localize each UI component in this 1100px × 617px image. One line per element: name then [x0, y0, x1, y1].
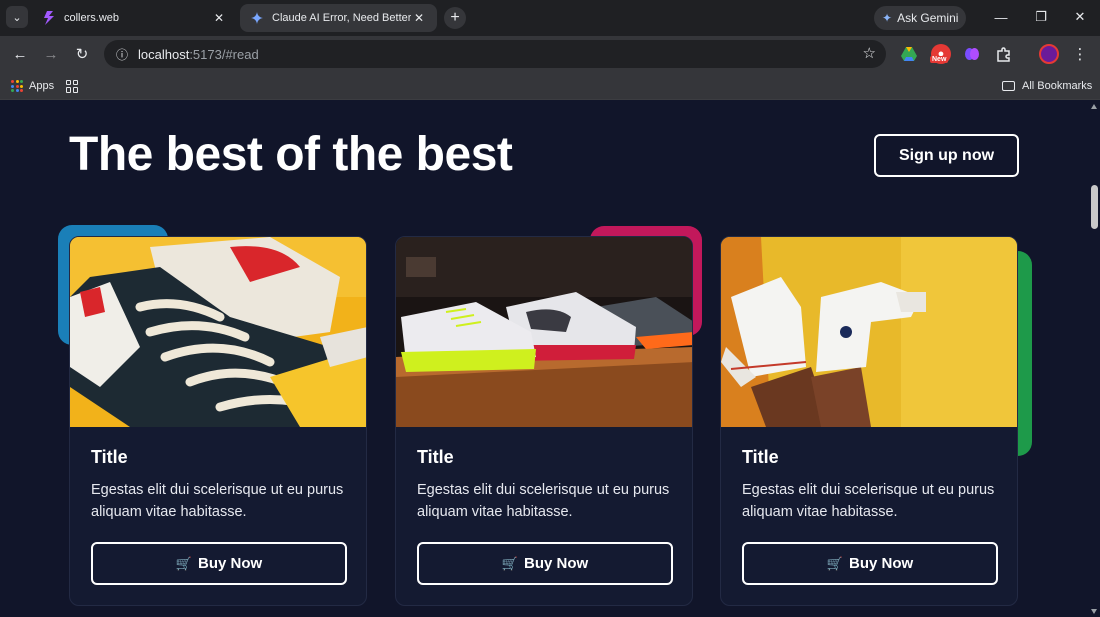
profile-avatar[interactable]: [1039, 44, 1059, 64]
ask-gemini-button[interactable]: ✦ Ask Gemini: [874, 6, 966, 30]
bookmark-apps-label: Apps: [29, 80, 55, 92]
page-viewport: The best of the best Sign up now Title E…: [0, 101, 1088, 617]
hero-title: The best of the best: [69, 128, 513, 181]
tab-title: Claude AI Error, Need Better Co: [272, 12, 411, 24]
buy-now-label: Buy Now: [524, 555, 589, 572]
bookmark-apps[interactable]: Apps: [11, 78, 54, 94]
folder-icon: [1002, 81, 1015, 91]
card-title: Title: [417, 447, 454, 467]
all-bookmarks-label: All Bookmarks: [1022, 80, 1093, 92]
url-path: :5173/#read: [189, 46, 259, 62]
card-title: Title: [742, 447, 779, 467]
buy-now-button[interactable]: 🛒 Buy Now: [742, 542, 998, 585]
card-title: Title: [91, 447, 128, 467]
ask-gemini-label: Ask Gemini: [897, 11, 959, 25]
product-card: Title Egestas elit dui scelerisque ut eu…: [395, 236, 693, 606]
gemini-sparkle-icon: ✦: [882, 11, 893, 25]
close-tab-icon[interactable]: ✕: [411, 10, 427, 26]
tab-collers-web[interactable]: collers.web ✕: [32, 4, 237, 32]
site-info-icon[interactable]: ⓘ: [112, 44, 132, 64]
bolt-favicon-icon: [42, 11, 56, 25]
page-scrollbar[interactable]: [1088, 101, 1100, 617]
back-button[interactable]: ←: [9, 43, 31, 65]
browser-toolbar: ← → ↻ ⓘ localhost:5173/#read ☆ ● ⋮: [0, 36, 1100, 72]
product-card: Title Egestas elit dui scelerisque ut eu…: [720, 236, 1018, 606]
tab-groups-icon: [66, 79, 79, 93]
browser-menu-button[interactable]: ⋮: [1069, 43, 1091, 65]
all-bookmarks-button[interactable]: All Bookmarks: [1002, 78, 1092, 94]
tab-claude-error[interactable]: Claude AI Error, Need Better Co ✕: [240, 4, 437, 32]
shopping-cart-icon: 🛒: [501, 555, 518, 571]
kebab-menu-icon: ⋮: [1072, 46, 1088, 63]
buy-now-button[interactable]: 🛒 Buy Now: [417, 542, 673, 585]
new-tab-button[interactable]: +: [444, 7, 466, 29]
gemini-favicon-icon: [250, 11, 264, 25]
product-image-white-hightops: [721, 237, 1017, 427]
extension-brain-icon[interactable]: [962, 44, 982, 64]
minimize-window-button[interactable]: —: [989, 6, 1013, 28]
tab-title: collers.web: [64, 12, 120, 24]
scroll-up-arrow-icon[interactable]: [1091, 104, 1097, 109]
buy-now-label: Buy Now: [849, 555, 914, 572]
extension-new-badge: New: [930, 56, 949, 63]
forward-button[interactable]: →: [40, 43, 62, 65]
plus-icon: +: [450, 9, 460, 26]
shopping-cart-icon: 🛒: [826, 555, 843, 571]
apps-grid-icon: [11, 80, 23, 92]
buy-now-label: Buy Now: [198, 555, 263, 572]
sign-up-button[interactable]: Sign up now: [874, 134, 1019, 177]
scrollbar-thumb[interactable]: [1091, 185, 1098, 229]
buy-now-button[interactable]: 🛒 Buy Now: [91, 542, 347, 585]
product-image-sneakers-shelf: [396, 237, 692, 427]
extensions-puzzle-icon[interactable]: [993, 44, 1013, 64]
scroll-down-arrow-icon[interactable]: [1091, 609, 1097, 614]
extension-drive-icon[interactable]: [899, 44, 919, 64]
restore-window-button[interactable]: ❐: [1029, 6, 1053, 28]
tab-strip: ⌄ collers.web ✕ Claude AI Error, Need Be…: [0, 0, 1100, 36]
url-host: localhost: [138, 46, 190, 62]
card-description: Egestas elit dui scelerisque ut eu purus…: [742, 482, 995, 520]
bookmarks-bar: Apps All Bookmarks: [0, 72, 1100, 100]
close-tab-icon[interactable]: ✕: [211, 10, 227, 26]
tab-search-button[interactable]: ⌄: [6, 6, 28, 28]
reload-icon: ↻: [75, 46, 89, 63]
arrow-right-icon: →: [43, 45, 59, 63]
card-description: Egestas elit dui scelerisque ut eu purus…: [91, 482, 344, 520]
address-bar[interactable]: ⓘ localhost:5173/#read ☆: [104, 40, 886, 68]
reload-button[interactable]: ↻: [71, 43, 93, 65]
chevron-down-icon: ⌄: [12, 11, 22, 24]
arrow-left-icon: ←: [12, 45, 28, 63]
close-window-button[interactable]: ✕: [1068, 6, 1092, 28]
tab-groups-button[interactable]: [66, 78, 79, 94]
shopping-cart-icon: 🛒: [175, 555, 192, 571]
product-card: Title Egestas elit dui scelerisque ut eu…: [69, 236, 367, 606]
card-description: Egestas elit dui scelerisque ut eu purus…: [417, 482, 670, 520]
product-image-sneaker-closeup: [70, 237, 366, 427]
bookmark-star-icon[interactable]: ☆: [863, 44, 876, 62]
